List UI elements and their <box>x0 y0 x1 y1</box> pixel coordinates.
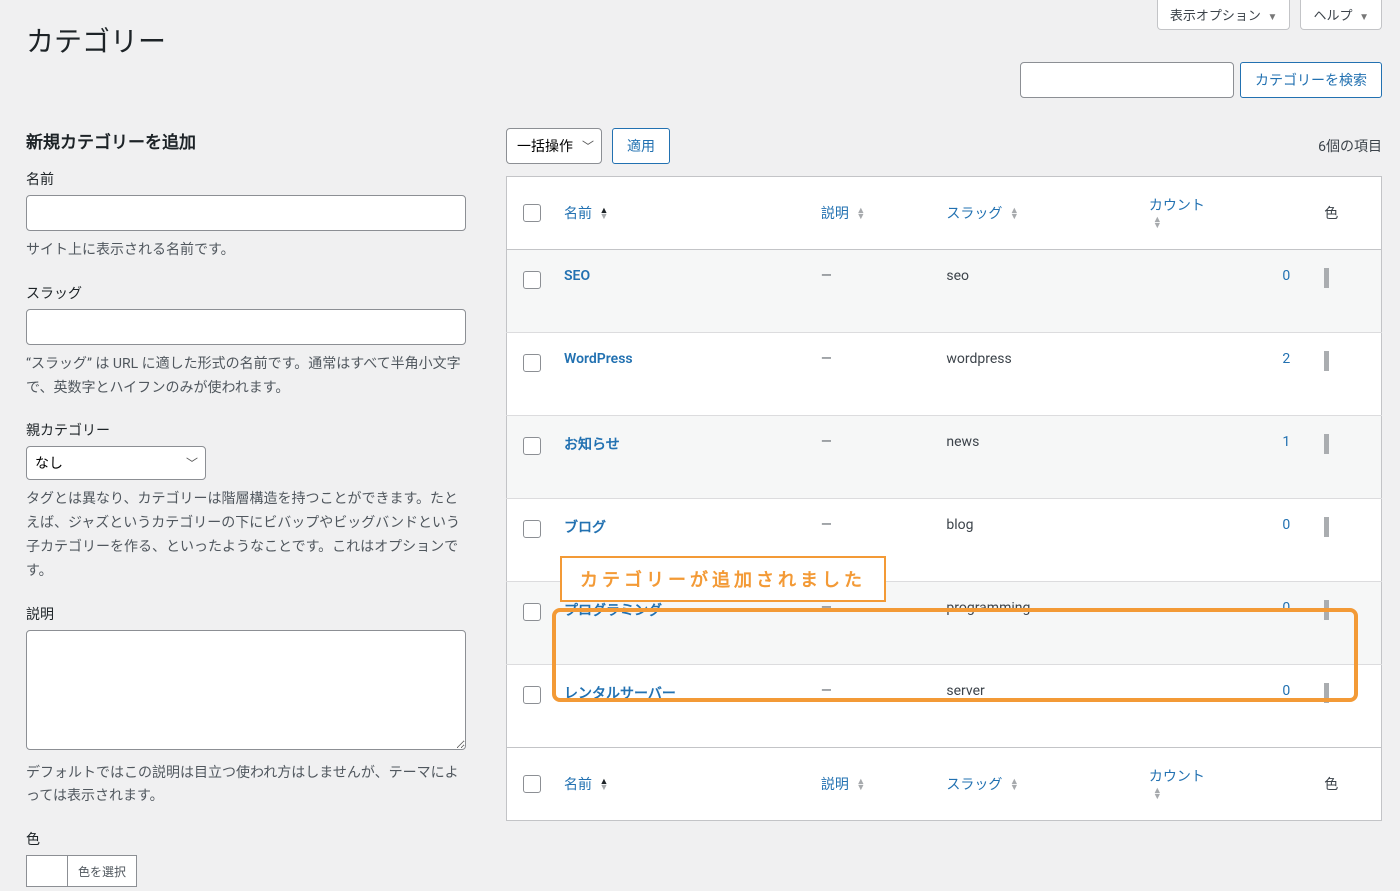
col-desc-header[interactable]: 説明 ▲▼ <box>811 177 936 250</box>
category-name-link[interactable]: プログラミング <box>564 603 662 619</box>
col-name-footer[interactable]: 名前 ▲▼ <box>554 748 811 821</box>
add-category-heading: 新規カテゴリーを追加 <box>26 128 466 153</box>
category-count-link[interactable]: 0 <box>1149 517 1290 533</box>
search-input[interactable] <box>1020 62 1234 98</box>
slug-field-desc: “スラッグ” は URL に適した形式の名前です。通常はすべて半角小文字で、英数… <box>26 353 466 401</box>
name-field[interactable] <box>26 195 466 231</box>
apply-button[interactable]: 適用 <box>612 128 670 164</box>
parent-field-label: 親カテゴリー <box>26 420 466 440</box>
item-count: 6個の項目 <box>1318 136 1382 156</box>
table-row: お知らせ —news 1 <box>507 416 1382 499</box>
row-checkbox[interactable] <box>523 686 541 704</box>
category-color-swatch <box>1324 351 1329 371</box>
category-slug: blog <box>936 499 1139 582</box>
screen-options-button[interactable]: 表示オプション ▼ <box>1157 0 1291 30</box>
category-color-swatch <box>1324 517 1329 537</box>
category-desc: — <box>811 333 936 416</box>
color-swatch[interactable] <box>26 855 68 887</box>
category-count-link[interactable]: 1 <box>1149 434 1290 450</box>
category-desc: — <box>811 416 936 499</box>
category-table: 名前 ▲▼ 説明 ▲▼ スラッグ ▲▼ カウント ▲▼ 色 <box>506 176 1382 821</box>
parent-field-desc: タグとは異なり、カテゴリーは階層構造を持つことができます。たとえば、ジャズという… <box>26 488 466 583</box>
help-label: ヘルプ <box>1313 8 1352 23</box>
category-name-link[interactable]: SEO <box>564 268 590 284</box>
category-name-link[interactable]: レンタルサーバー <box>564 686 676 702</box>
table-row: WordPress —wordpress 2 <box>507 333 1382 416</box>
category-color-swatch <box>1324 600 1329 620</box>
bulk-action-select[interactable]: 一括操作 <box>506 128 602 164</box>
name-field-desc: サイト上に表示される名前です。 <box>26 239 466 263</box>
col-color-header: 色 <box>1314 177 1381 250</box>
category-name-link[interactable]: ブログ <box>564 520 606 536</box>
col-count-header[interactable]: カウント ▲▼ <box>1139 177 1314 250</box>
category-desc: — <box>811 250 936 333</box>
row-checkbox[interactable] <box>523 437 541 455</box>
category-name-link[interactable]: お知らせ <box>564 437 620 453</box>
col-name-header[interactable]: 名前 ▲▼ <box>554 177 811 250</box>
category-slug: seo <box>936 250 1139 333</box>
category-name-link[interactable]: WordPress <box>564 351 633 367</box>
category-count-link[interactable]: 2 <box>1149 351 1290 367</box>
desc-field-label: 説明 <box>26 604 466 624</box>
row-checkbox[interactable] <box>523 520 541 538</box>
category-count-link[interactable]: 0 <box>1149 683 1290 699</box>
category-color-swatch <box>1324 683 1329 703</box>
select-all-checkbox[interactable] <box>523 204 541 222</box>
help-button[interactable]: ヘルプ ▼ <box>1300 0 1382 30</box>
table-row: レンタルサーバー —server 0 <box>507 665 1382 748</box>
sort-icon: ▲▼ <box>599 779 608 791</box>
chevron-down-icon: ▼ <box>1268 12 1278 23</box>
sort-icon: ▲▼ <box>1153 217 1162 229</box>
slug-field[interactable] <box>26 309 466 345</box>
desc-field[interactable] <box>26 630 466 750</box>
sort-icon: ▲▼ <box>856 779 865 791</box>
category-slug: server <box>936 665 1139 748</box>
category-list-panel: 一括操作 ﹀ 適用 6個の項目 名前 ▲▼ 説明 ▲▼ <box>506 128 1382 821</box>
row-checkbox[interactable] <box>523 354 541 372</box>
category-color-swatch <box>1324 268 1329 288</box>
category-count-link[interactable]: 0 <box>1149 268 1290 284</box>
col-count-footer[interactable]: カウント ▲▼ <box>1139 748 1314 821</box>
col-slug-header[interactable]: スラッグ ▲▼ <box>936 177 1139 250</box>
select-all-footer-checkbox[interactable] <box>523 775 541 793</box>
sort-icon: ▲▼ <box>1010 779 1019 791</box>
slug-field-label: スラッグ <box>26 283 466 303</box>
col-color-footer: 色 <box>1314 748 1381 821</box>
category-slug: programming <box>936 582 1139 665</box>
col-desc-footer[interactable]: 説明 ▲▼ <box>811 748 936 821</box>
search-categories-button[interactable]: カテゴリーを検索 <box>1240 62 1382 98</box>
sort-icon: ▲▼ <box>1010 208 1019 220</box>
sort-icon: ▲▼ <box>1153 788 1162 800</box>
parent-select[interactable]: なし <box>26 446 206 480</box>
col-slug-footer[interactable]: スラッグ ▲▼ <box>936 748 1139 821</box>
category-desc: — <box>811 665 936 748</box>
color-field-label: 色 <box>26 829 466 849</box>
name-field-label: 名前 <box>26 169 466 189</box>
screen-options-label: 表示オプション <box>1170 8 1261 23</box>
category-count-link[interactable]: 0 <box>1149 600 1290 616</box>
choose-color-button[interactable]: 色を選択 <box>68 855 137 887</box>
category-slug: wordpress <box>936 333 1139 416</box>
annotation-label: カテゴリーが追加されました <box>560 556 886 602</box>
chevron-down-icon: ▼ <box>1359 12 1369 23</box>
add-category-form: 新規カテゴリーを追加 名前 サイト上に表示される名前です。 スラッグ “スラッグ… <box>26 128 466 891</box>
row-checkbox[interactable] <box>523 271 541 289</box>
desc-field-desc: デフォルトではこの説明は目立つ使われ方はしませんが、テーマによっては表示されます… <box>26 762 466 810</box>
category-color-swatch <box>1324 434 1329 454</box>
table-row: SEO —seo 0 <box>507 250 1382 333</box>
row-checkbox[interactable] <box>523 603 541 621</box>
sort-icon: ▲▼ <box>599 208 608 220</box>
category-slug: news <box>936 416 1139 499</box>
sort-icon: ▲▼ <box>856 208 865 220</box>
